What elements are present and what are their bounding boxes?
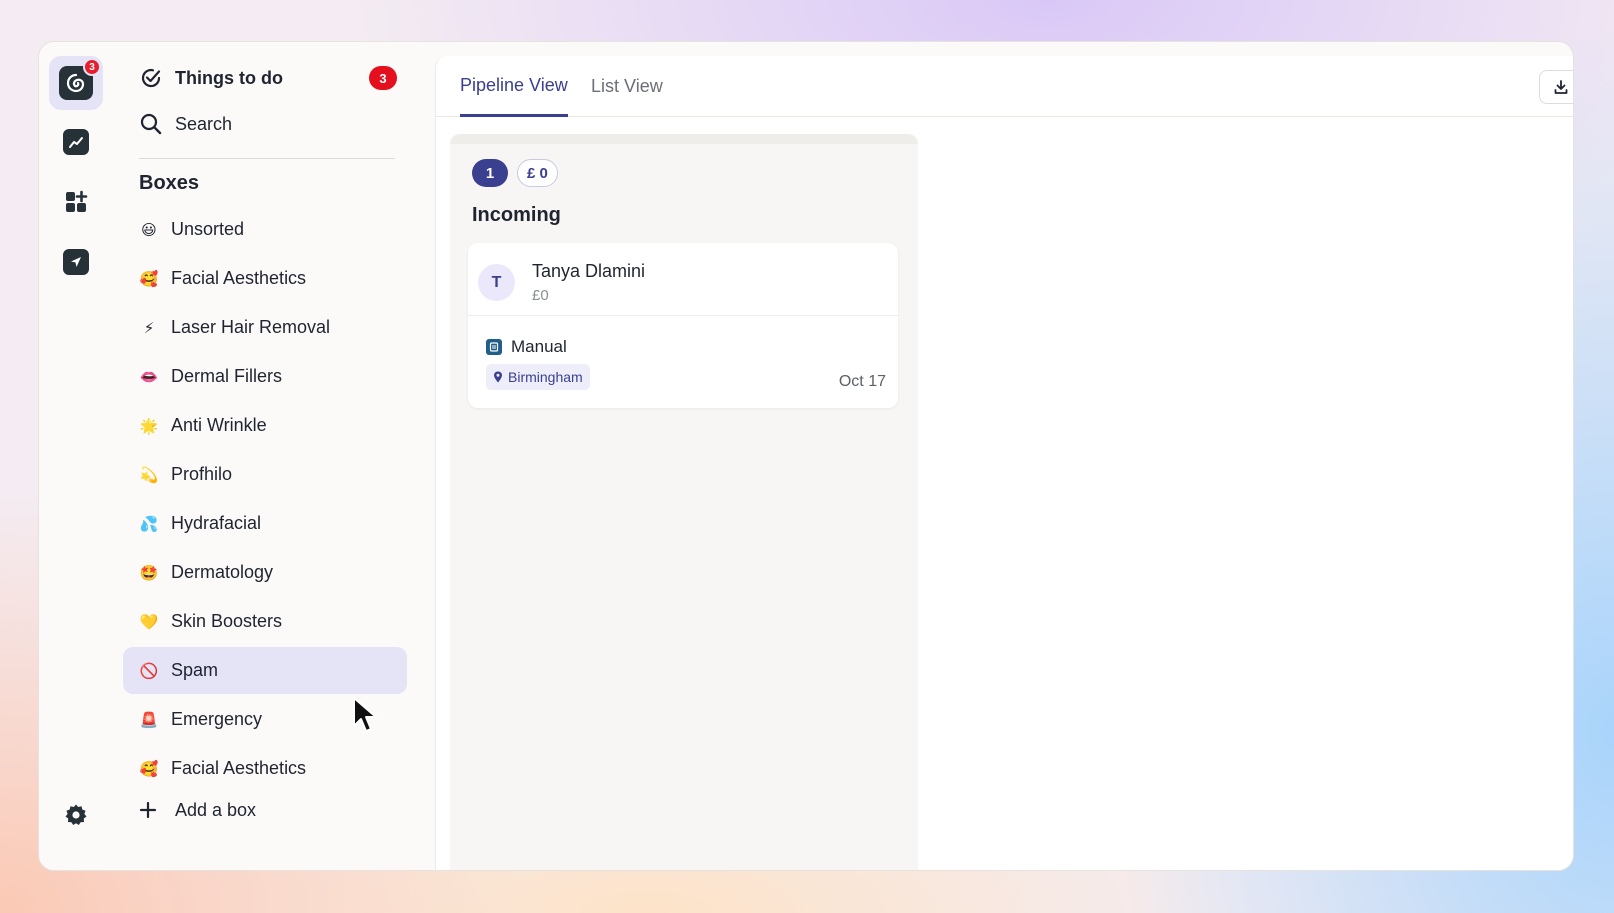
rail-send-button[interactable] bbox=[49, 235, 103, 289]
settings-icon bbox=[65, 804, 87, 825]
box-item-dermal-fillers[interactable]: 👄 Dermal Fillers bbox=[131, 353, 415, 400]
lead-name: Tanya Dlamini bbox=[532, 261, 646, 281]
avatar: T bbox=[478, 264, 515, 301]
things-to-do-item[interactable]: Things to do 3 bbox=[139, 60, 409, 96]
sidebar-divider bbox=[139, 158, 395, 159]
box-item-spam[interactable]: 🚫 Spam bbox=[123, 647, 407, 694]
lead-card-header: T Tanya Dlamini £0 bbox=[468, 243, 898, 316]
box-label: Emergency bbox=[171, 709, 263, 729]
chart-icon bbox=[63, 129, 89, 155]
map-pin-icon bbox=[494, 371, 502, 383]
lightning-emoji-icon: ⚡ bbox=[143, 318, 155, 337]
download-icon bbox=[1554, 80, 1568, 94]
plus-icon bbox=[139, 801, 157, 819]
siren-emoji-icon: 🚨 bbox=[139, 710, 159, 729]
box-item-dermatology[interactable]: 🤩 Dermatology bbox=[131, 549, 415, 596]
box-item-facial-aesthetics-2[interactable]: 🥰 Facial Aesthetics bbox=[131, 745, 415, 792]
star-emoji-icon: 🌟 bbox=[139, 416, 159, 435]
app-window: 3 Things to do 3 Search Boxes 😃 Unsorted… bbox=[38, 41, 1574, 871]
box-label: Laser Hair Removal bbox=[171, 317, 331, 337]
box-label: Anti Wrinkle bbox=[171, 415, 267, 435]
search-label: Search bbox=[175, 113, 233, 134]
droplets-emoji-icon: 💦 bbox=[139, 514, 159, 533]
rail-analytics-button[interactable] bbox=[49, 115, 103, 169]
icon-rail: 3 bbox=[39, 42, 135, 870]
grinning-emoji-icon: 😃 bbox=[141, 220, 157, 239]
box-item-unsorted[interactable]: 😃 Unsorted bbox=[131, 206, 415, 253]
check-circle-icon bbox=[141, 68, 161, 88]
prohibited-emoji-icon: 🚫 bbox=[139, 661, 159, 680]
document-icon bbox=[486, 339, 502, 355]
add-box-label: Add a box bbox=[175, 799, 257, 820]
pipeline-column-incoming: 1 £ 0 Incoming T Tanya Dlamini £0 Manual bbox=[450, 134, 918, 870]
search-item[interactable]: Search bbox=[139, 106, 409, 142]
location-tag: Birmingham bbox=[486, 364, 590, 390]
yellow-heart-emoji-icon: 💛 bbox=[139, 612, 159, 631]
notification-badge: 3 bbox=[83, 58, 101, 76]
smiling-hearts-emoji-icon: 🥰 bbox=[139, 759, 159, 778]
search-icon bbox=[140, 113, 162, 135]
box-item-facial-aesthetics[interactable]: 🥰 Facial Aesthetics bbox=[131, 255, 415, 302]
box-item-hydrafacial[interactable]: 💦 Hydrafacial bbox=[131, 500, 415, 547]
box-label: Hydrafacial bbox=[171, 513, 262, 533]
column-count-badge: 1 bbox=[472, 159, 508, 187]
box-item-profhilo[interactable]: 💫 Profhilo bbox=[131, 451, 415, 498]
rail-apps-button[interactable] bbox=[49, 175, 103, 229]
download-button[interactable] bbox=[1539, 70, 1573, 104]
add-box-button[interactable]: Add a box bbox=[139, 792, 256, 828]
box-item-laser-hair-removal[interactable]: ⚡ Laser Hair Removal bbox=[131, 304, 415, 351]
mouse-cursor-icon bbox=[353, 697, 377, 732]
settings-button[interactable] bbox=[49, 788, 103, 842]
view-tabs: Pipeline View List View bbox=[436, 56, 1573, 117]
lead-card[interactable]: T Tanya Dlamini £0 Manual Birmingham Oct… bbox=[468, 243, 898, 408]
rail-home-button[interactable]: 3 bbox=[49, 56, 103, 110]
things-to-do-label: Things to do bbox=[175, 67, 283, 88]
lead-amount: £0 bbox=[532, 287, 549, 304]
tab-list-view[interactable]: List View bbox=[591, 56, 663, 117]
box-label: Facial Aesthetics bbox=[171, 268, 307, 288]
box-label: Spam bbox=[171, 660, 219, 680]
apps-add-icon bbox=[66, 190, 88, 212]
column-title: Incoming bbox=[472, 204, 561, 226]
location-label: Birmingham bbox=[508, 369, 583, 385]
lead-source-label: Manual bbox=[511, 337, 567, 356]
dizzy-emoji-icon: 💫 bbox=[139, 465, 159, 484]
column-amount-badge: £ 0 bbox=[517, 159, 558, 187]
main-panel: Pipeline View List View 1 £ 0 Incoming T… bbox=[435, 56, 1573, 870]
box-label: Profhilo bbox=[171, 464, 233, 484]
box-label: Dermatology bbox=[171, 562, 274, 582]
smiling-hearts-emoji-icon: 🥰 bbox=[139, 269, 159, 288]
lead-source: Manual bbox=[486, 337, 567, 357]
send-icon bbox=[63, 249, 89, 275]
app-logo-icon: 3 bbox=[59, 58, 101, 100]
box-label: Dermal Fillers bbox=[171, 366, 283, 386]
box-item-skin-boosters[interactable]: 💛 Skin Boosters bbox=[131, 598, 415, 645]
box-label: Skin Boosters bbox=[171, 611, 283, 631]
box-label: Unsorted bbox=[171, 219, 245, 239]
sidebar: Things to do 3 Search Boxes 😃 Unsorted 🥰… bbox=[123, 42, 433, 870]
boxes-heading: Boxes bbox=[139, 172, 200, 194]
star-struck-emoji-icon: 🤩 bbox=[139, 563, 159, 582]
box-item-anti-wrinkle[interactable]: 🌟 Anti Wrinkle bbox=[131, 402, 415, 449]
things-to-do-count-badge: 3 bbox=[369, 66, 397, 90]
lead-date: Oct 17 bbox=[838, 373, 886, 390]
lips-emoji-icon: 👄 bbox=[139, 367, 159, 386]
box-label: Facial Aesthetics bbox=[171, 758, 307, 778]
tab-pipeline-view[interactable]: Pipeline View bbox=[460, 56, 568, 117]
